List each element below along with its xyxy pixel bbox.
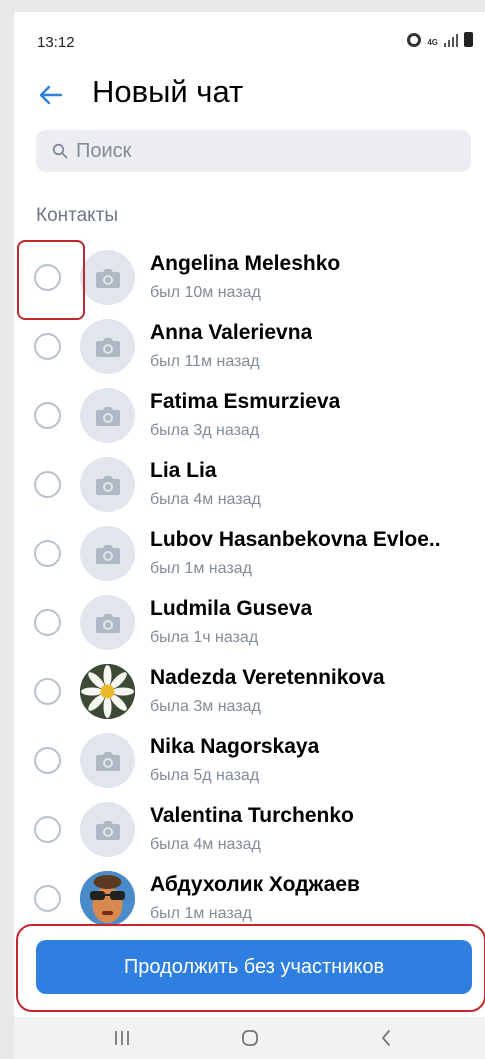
search-icon bbox=[52, 143, 68, 159]
contact-row[interactable]: Fatima Esmurzieva была 3д назад bbox=[14, 383, 485, 452]
back-icon bbox=[382, 1030, 390, 1046]
select-radio[interactable] bbox=[34, 816, 61, 843]
avatar bbox=[80, 250, 135, 305]
arrow-left-icon bbox=[39, 85, 63, 105]
avatar bbox=[80, 802, 135, 857]
contact-status: была 1ч назад bbox=[150, 629, 259, 646]
avatar bbox=[80, 664, 135, 719]
person-photo-icon bbox=[80, 871, 135, 926]
recents-button[interactable] bbox=[102, 1025, 142, 1051]
select-radio[interactable] bbox=[34, 333, 61, 360]
system-back-button[interactable] bbox=[366, 1025, 406, 1051]
contact-status: был 11м назад bbox=[150, 353, 260, 370]
avatar bbox=[80, 526, 135, 581]
contact-status: была 4м назад bbox=[150, 491, 261, 508]
contact-row[interactable]: Nika Nagorskaya была 5д назад bbox=[14, 728, 485, 797]
daisy-photo-icon bbox=[80, 664, 135, 719]
select-radio[interactable] bbox=[34, 885, 61, 912]
select-radio[interactable] bbox=[34, 609, 61, 636]
signal-icon bbox=[444, 33, 458, 47]
select-radio[interactable] bbox=[34, 471, 61, 498]
system-nav-bar bbox=[14, 1017, 485, 1059]
contact-status: была 5д назад bbox=[150, 767, 260, 784]
continue-without-participants-button[interactable]: Продолжить без участников bbox=[36, 940, 472, 994]
contact-name: Nika Nagorskaya bbox=[150, 735, 320, 758]
contact-status: была 3м назад bbox=[150, 698, 261, 715]
search-bar[interactable] bbox=[36, 130, 471, 172]
highlight-first-radio bbox=[17, 240, 85, 320]
contact-status: был 1м назад bbox=[150, 560, 252, 577]
select-radio[interactable] bbox=[34, 540, 61, 567]
contact-name: Абдухолик Ходжаев bbox=[150, 873, 360, 896]
contact-name: Anna Valerievna bbox=[150, 321, 313, 344]
phone-screen: 13:12 4G Новый чат Контакты bbox=[14, 12, 485, 1059]
search-input[interactable] bbox=[76, 139, 456, 163]
recents-icon bbox=[115, 1031, 129, 1045]
select-radio[interactable] bbox=[34, 747, 61, 774]
contact-name: Fatima Esmurzieva bbox=[150, 390, 341, 413]
contact-row[interactable]: Nadezda Veretennikova была 3м назад bbox=[14, 659, 485, 728]
camera-icon bbox=[95, 751, 120, 771]
network-type: 4G bbox=[427, 38, 438, 47]
contact-name: Valentina Turchenko bbox=[150, 804, 354, 827]
contact-name: Nadezda Veretennikova bbox=[150, 666, 385, 689]
camera-icon bbox=[95, 475, 120, 495]
select-radio[interactable] bbox=[34, 678, 61, 705]
contact-row[interactable]: Valentina Turchenko была 4м назад bbox=[14, 797, 485, 866]
contact-row[interactable]: Lubov Hasanbekovna Evloe.. был 1м назад bbox=[14, 521, 485, 590]
contact-row[interactable]: Anna Valerievna был 11м назад bbox=[14, 314, 485, 383]
camera-icon bbox=[95, 613, 120, 633]
avatar bbox=[80, 595, 135, 650]
select-radio[interactable] bbox=[34, 402, 61, 429]
back-button[interactable] bbox=[34, 78, 68, 112]
contacts-section-label: Контакты bbox=[36, 205, 119, 226]
header: Новый чат bbox=[14, 64, 485, 124]
camera-icon bbox=[95, 337, 120, 357]
avatar bbox=[80, 457, 135, 512]
avatar bbox=[80, 733, 135, 788]
contact-status: была 4м назад bbox=[150, 836, 261, 853]
contact-row[interactable]: Ludmila Guseva была 1ч назад bbox=[14, 590, 485, 659]
contact-name: Ludmila Guseva bbox=[150, 597, 313, 620]
alarm-icon bbox=[407, 33, 422, 47]
contact-status: был 1м назад bbox=[150, 905, 252, 922]
avatar bbox=[80, 388, 135, 443]
contact-row[interactable]: Lia Lia была 4м назад bbox=[14, 452, 485, 521]
home-icon bbox=[242, 1030, 258, 1046]
camera-icon bbox=[95, 406, 120, 426]
avatar bbox=[80, 871, 135, 926]
contact-name: Lia Lia bbox=[150, 459, 217, 482]
camera-icon bbox=[95, 268, 120, 288]
contact-name: Angelina Meleshko bbox=[150, 252, 341, 275]
avatar bbox=[80, 319, 135, 374]
status-bar: 13:12 4G bbox=[14, 12, 485, 58]
contact-name: Lubov Hasanbekovna Evloe.. bbox=[150, 528, 441, 551]
camera-icon bbox=[95, 820, 120, 840]
page-title: Новый чат bbox=[92, 74, 244, 109]
contact-status: была 3д назад bbox=[150, 422, 260, 439]
home-button[interactable] bbox=[230, 1025, 270, 1051]
battery-icon bbox=[464, 32, 473, 47]
contact-status: был 10м назад bbox=[150, 284, 261, 301]
contact-list: Angelina Meleshko был 10м назад Anna Val… bbox=[14, 245, 485, 935]
status-time: 13:12 bbox=[37, 34, 75, 51]
status-icons: 4G bbox=[407, 32, 473, 47]
camera-icon bbox=[95, 544, 120, 564]
